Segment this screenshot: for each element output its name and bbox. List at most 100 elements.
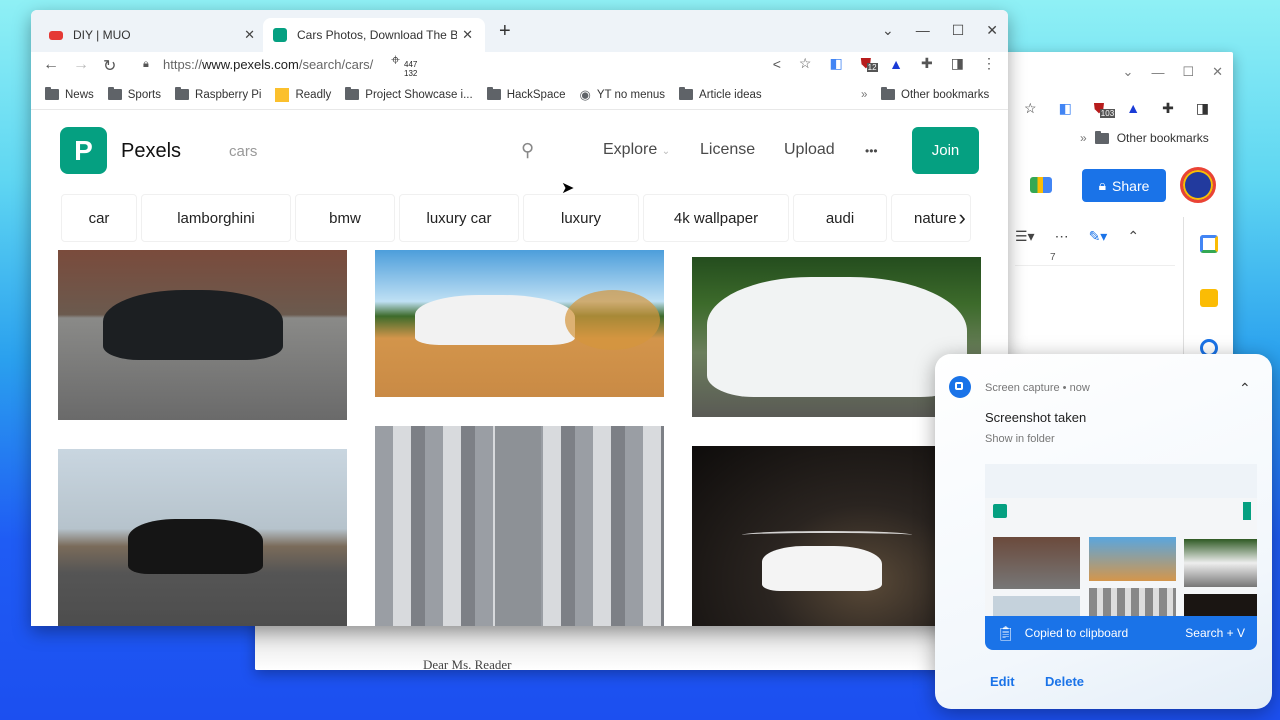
bookmark-raspberry-pi[interactable]: Raspberry Pi [175,87,262,101]
maximize-button[interactable]: ☐ [952,22,965,39]
align-icon[interactable]: ☰▾ [1015,228,1035,245]
bookmarks-overflow-icon[interactable]: » [1080,131,1087,145]
chip-luxury[interactable]: luxury [523,194,639,242]
menu-icon[interactable]: ⋮ [1231,100,1233,117]
close-tab-icon[interactable]: ✕ [244,27,255,43]
minimize-button[interactable]: — [1151,65,1164,80]
forward-icon[interactable]: → [73,56,89,74]
screenshot-notification: Screen capture • now ⌃ Screenshot taken … [935,354,1272,709]
clipboard-banner[interactable]: 📋︎ Copied to clipboard Search + V [985,616,1257,650]
minimize-button[interactable]: — [916,22,930,39]
share-icon[interactable]: < [773,56,781,72]
other-bookmarks[interactable]: Other bookmarks [881,87,989,101]
brand-name[interactable]: Pexels [121,140,181,163]
bookmark-sports[interactable]: Sports [107,87,161,101]
tab-list-chevron-icon[interactable]: ⌄ [1123,64,1134,80]
cursor-y: 132 [404,69,418,78]
avatar[interactable] [1180,167,1216,203]
triangle-ext-icon[interactable]: ▲ [889,56,903,72]
folder-icon [45,87,59,100]
translate-icon[interactable]: ◧ [1059,100,1072,117]
chip-car[interactable]: car [61,194,137,242]
address-bar[interactable]: https://www.pexels.com/search/cars/ [163,57,373,72]
more-options-icon[interactable]: ••• [865,144,878,158]
calendar-icon[interactable] [1200,235,1218,253]
bookmark-hackspace[interactable]: HackSpace [486,87,566,101]
star-icon[interactable]: ☆ [799,55,812,72]
folder-icon [679,87,694,100]
tab-muo[interactable]: DIY | MUO ✕ [39,18,267,52]
side-panel-icon[interactable]: ◨ [951,55,964,72]
bookmark-label: Raspberry Pi [195,88,262,101]
bookmark-project-showcase[interactable]: Project Showcase i... [345,87,473,101]
url-host: www.pexels.com [202,57,299,72]
back-icon[interactable]: ← [43,56,59,74]
edit-button[interactable]: Edit [990,674,1015,689]
close-button[interactable]: ✕ [1212,64,1223,80]
keep-icon[interactable] [1200,289,1218,307]
readly-icon [275,87,290,102]
chip-4k-wallpaper[interactable]: 4k wallpaper [643,194,789,242]
delete-button[interactable]: Delete [1045,674,1084,689]
search-icon[interactable]: ⚲ [521,140,534,161]
more-icon[interactable]: ⋯ [1055,228,1069,245]
nav-license[interactable]: License [700,141,755,159]
extension-toolbar: < ☆ ◧ ⛊12 ▲ ✚ ◨ ⋮ [773,55,996,72]
star-icon[interactable]: ☆ [1024,100,1037,117]
bookmark-news[interactable]: News [45,87,94,101]
nav-upload[interactable]: Upload [784,141,835,159]
close-button[interactable]: ✕ [986,22,998,39]
photo-black-challenger[interactable] [58,449,347,626]
chip-lamborghini[interactable]: lamborghini [141,194,291,242]
show-in-folder-link[interactable]: Show in folder [985,433,1055,445]
photo-black-audi[interactable] [58,250,347,420]
photo-white-bmw[interactable] [375,250,664,397]
puzzle-icon[interactable]: ✚ [921,55,933,72]
chip-audi[interactable]: audi [793,194,887,242]
ublock-icon[interactable]: ⛊12 [861,55,878,72]
chevron-right-icon[interactable]: › [959,205,966,231]
ublock-icon[interactable]: ⛊ 103 [1094,100,1116,118]
bookmark-label: YT no menus [596,88,666,101]
bookmarks-overflow-icon[interactable]: » [861,89,867,101]
join-button[interactable]: Join [912,127,979,174]
puzzle-icon[interactable]: ✚ [1162,100,1174,117]
chip-nature[interactable]: nature › [891,194,971,242]
triangle-ext-icon[interactable]: ▲ [1126,100,1140,116]
thumb-photo [1184,539,1257,587]
collapse-chevron-icon[interactable]: ⌃ [1127,228,1139,245]
tab-pexels[interactable]: Cars Photos, Download The BE ✕ [263,18,485,52]
meet-icon[interactable] [1030,177,1052,193]
new-tab-button[interactable]: + [499,20,511,43]
chip-luxury-car[interactable]: luxury car [399,194,519,242]
edit-pencil-icon[interactable]: ✎▾ [1089,228,1108,245]
clipboard-shortcut: Search + V [1185,626,1245,640]
reload-icon[interactable]: ↻ [103,56,116,76]
menu-icon[interactable]: ⋮ [982,55,996,72]
side-panel-icon[interactable]: ◨ [1196,100,1209,117]
lock-icon[interactable]: 🔒︎ [143,58,149,71]
bookmark-label: Article ideas [699,88,762,101]
maximize-button[interactable]: ☐ [1182,64,1194,80]
bookmark-article-ideas[interactable]: Article ideas [679,87,762,101]
screenshot-thumbnail[interactable] [985,464,1257,624]
notification-header: Screen capture • now [985,382,1090,394]
tab-search-chevron-icon[interactable]: ⌄ [882,22,894,39]
pexels-logo-icon[interactable]: P [60,127,107,174]
format-toolbar: ☰▾ ⋯ ✎▾ ⌃ [1015,222,1175,250]
bookmark-readly[interactable]: Readly [275,87,331,102]
screen-capture-icon [949,376,971,398]
photo-car-tower[interactable] [375,426,664,626]
translate-icon[interactable]: ◧ [829,55,842,72]
folder-icon [1094,130,1109,144]
search-input[interactable]: cars [229,143,257,160]
tab-title: DIY | MUO [73,28,131,42]
nav-explore[interactable]: Explore ⌄ [603,141,670,159]
bookmark-yt-no-menus[interactable]: ◉ YT no menus [580,87,666,103]
other-bookmarks[interactable]: Other bookmarks [1117,131,1209,145]
collapse-chevron-icon[interactable]: ⌃ [1239,380,1251,397]
close-tab-icon[interactable]: ✕ [462,27,473,43]
chip-bmw[interactable]: bmw [295,194,395,242]
cursor-x: 447 [404,60,418,69]
share-button[interactable]: 🔒︎ Share [1082,169,1166,202]
